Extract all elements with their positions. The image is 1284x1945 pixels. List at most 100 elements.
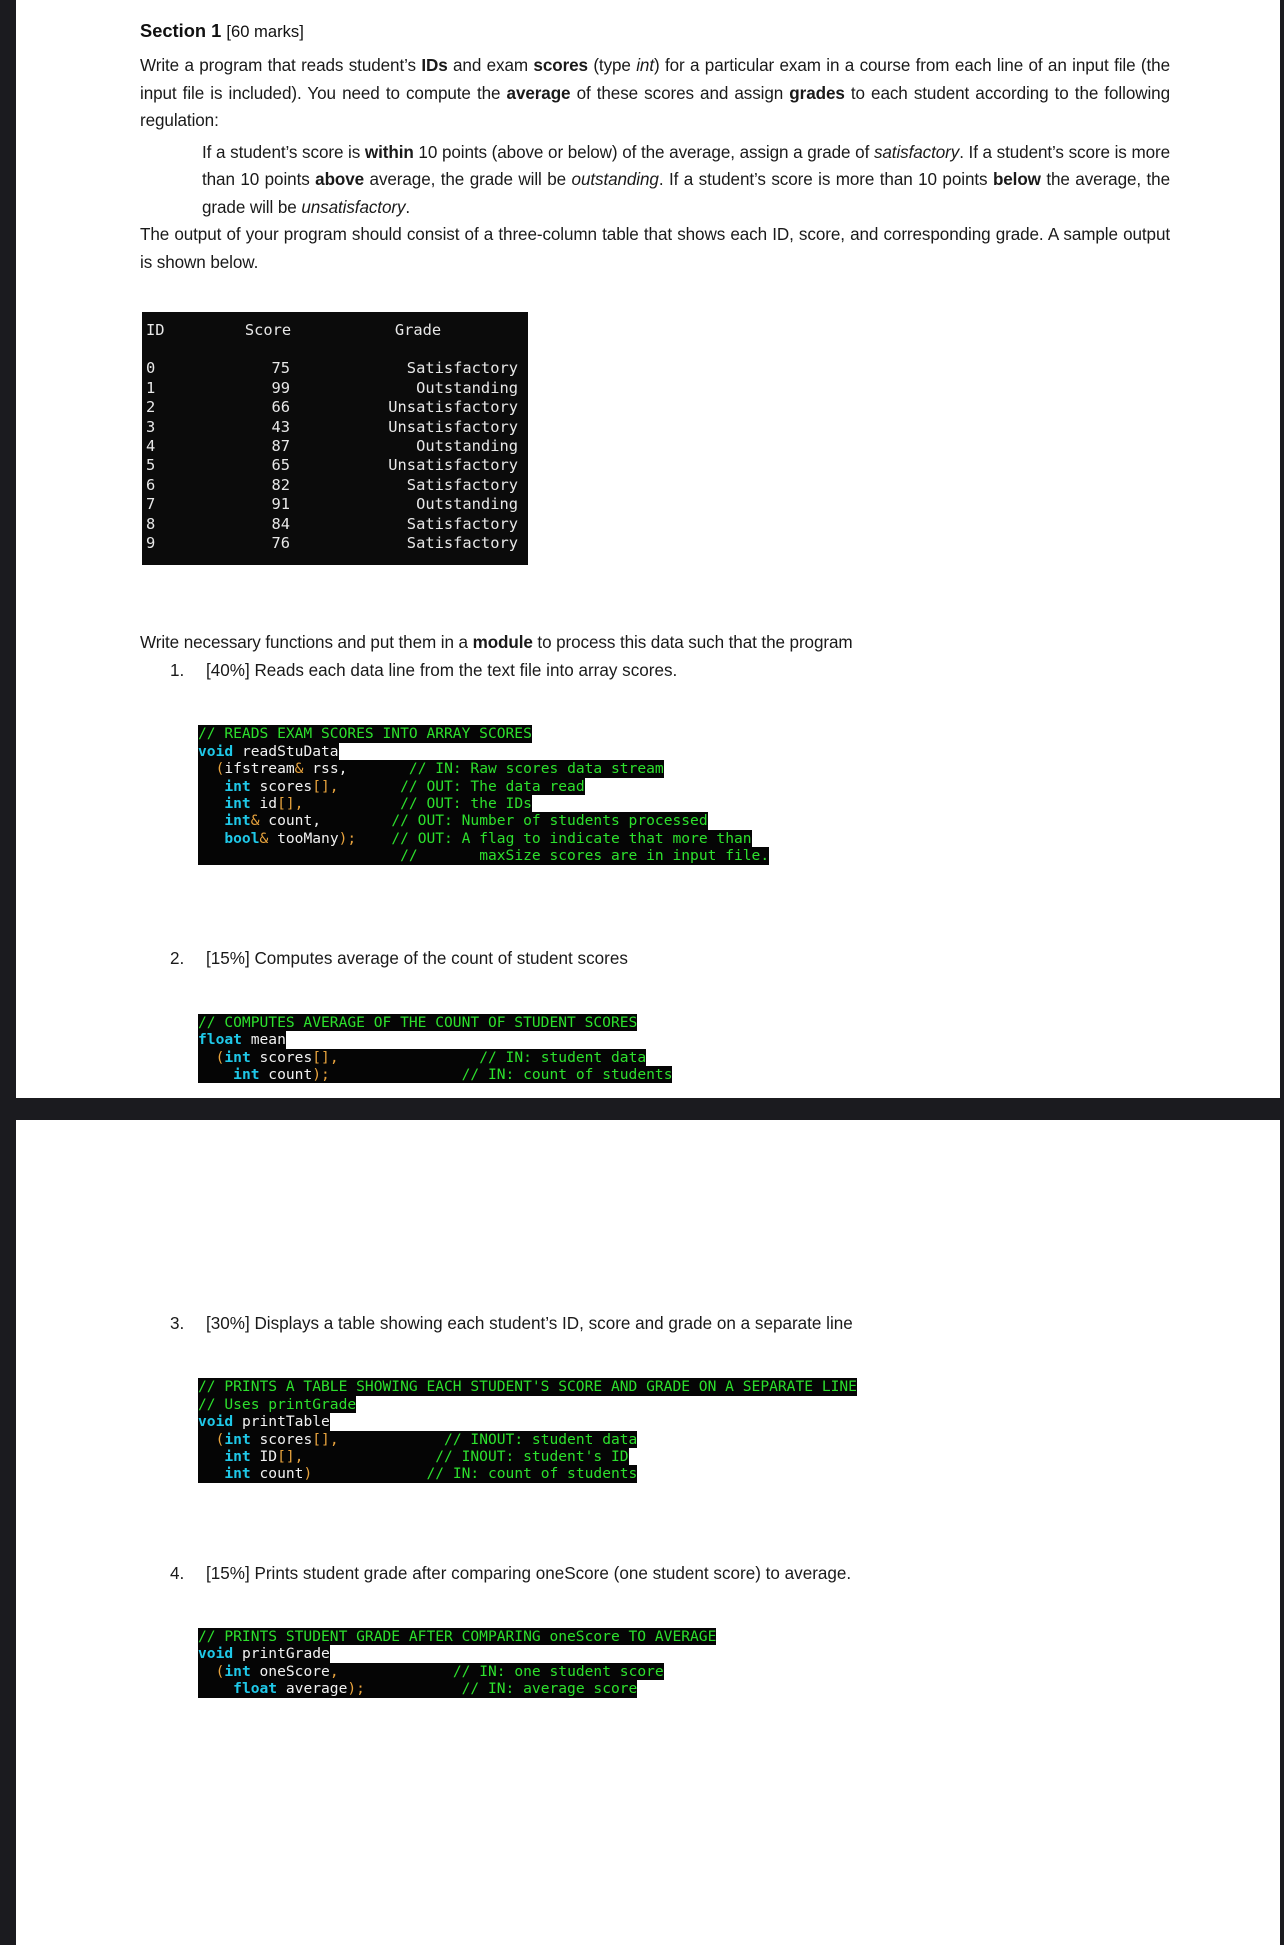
code-block-print-table: // PRINTS A TABLE SHOWING EACH STUDENT'S…: [198, 1361, 1170, 1518]
code-keyword: int: [224, 1465, 251, 1483]
sample-output-console: ID Score Grade 0 75 Satisfactory 1 99 Outstand…: [142, 312, 528, 566]
code-line: void printGrade: [198, 1645, 330, 1663]
code-comment: // READS EXAM SCORES INTO ARRAY SCORES: [198, 725, 532, 743]
reg-italic-unsatisfactory: unsatisfactory: [301, 197, 406, 217]
code-line: (int scores[], // IN: student data: [198, 1048, 647, 1067]
code-identifier: printTable: [233, 1413, 330, 1431]
code-identifier: average: [277, 1680, 348, 1698]
code-comment: maxSize scores are in input file.: [479, 847, 770, 865]
task-number: 4.: [170, 1563, 185, 1583]
code-punct: [],: [312, 1048, 339, 1066]
intro-bold-ids: IDs: [421, 56, 448, 75]
cell-grade: Outstanding: [416, 378, 518, 397]
cell-id: 1: [146, 378, 156, 397]
code-comment: // IN: average score: [461, 1680, 638, 1698]
cell-score: 43: [271, 417, 290, 436]
cell-score: 84: [271, 514, 290, 533]
code-comment: // IN: count of students: [461, 1066, 673, 1084]
code-identifier: tooMany: [268, 829, 339, 847]
cell-id: 7: [146, 495, 156, 514]
intro-italic-int: int: [636, 56, 654, 75]
module-bold-module: module: [472, 633, 533, 653]
table-row: 4 87 Outstanding: [146, 437, 518, 456]
code-type: ifstream: [224, 760, 295, 778]
code-punct: );: [312, 1066, 330, 1084]
code-identifier: count: [250, 1465, 304, 1483]
code-keyword: void: [198, 1645, 234, 1663]
code-line: void printTable: [198, 1413, 330, 1431]
list-item: 3. [30%] Displays a table showing each s…: [170, 1310, 1170, 1337]
code-identifier: mean: [241, 1031, 286, 1049]
intro-paragraph: Write a program that reads student’s IDs…: [140, 52, 1170, 135]
code-line: bool& tooMany); // OUT: A flag to indica…: [198, 829, 752, 848]
document-page-1: Section 1 [60 marks] Write a program tha…: [16, 0, 1280, 1098]
task-number: 3.: [170, 1314, 185, 1333]
intro-bold-scores: scores: [533, 56, 588, 75]
code-line: // READS EXAM SCORES INTO ARRAY SCORES: [198, 725, 532, 743]
code-identifier: count,: [259, 812, 322, 830]
section-marks: [60 marks]: [226, 22, 304, 41]
cell-grade: Satisfactory: [406, 534, 518, 553]
code-punct: [],: [312, 1430, 339, 1448]
code-comment: //: [400, 847, 418, 865]
table-row: 1 99 Outstanding: [146, 378, 518, 398]
intro-bold-average: average: [506, 83, 571, 103]
code-keyword: bool: [224, 829, 260, 847]
code-identifier: scores: [250, 1430, 313, 1448]
code-keyword: void: [198, 742, 234, 760]
code-identifier: id: [250, 795, 278, 812]
cell-id: 3: [146, 417, 156, 436]
code-line: // PRINTS STUDENT GRADE AFTER COMPARING …: [198, 1628, 717, 1646]
code-line: float average); // IN: average score: [198, 1680, 638, 1698]
reg-italic-outstanding: outstanding: [571, 170, 659, 189]
code-comment: // PRINTS STUDENT GRADE AFTER COMPARING …: [198, 1628, 717, 1646]
code-line: (ifstream& rss, // IN: Raw scores data s…: [198, 760, 664, 778]
cell-id: 9: [146, 534, 156, 553]
code-block-mean: // COMPUTES AVERAGE OF THE COUNT OF STUD…: [198, 996, 1170, 1118]
module-part2: to process this data such that the progr…: [532, 633, 853, 653]
cell-score: 76: [271, 534, 290, 553]
code-line: int& count, // OUT: Number of students p…: [198, 812, 708, 830]
code-keyword: int: [224, 1048, 251, 1066]
code-line: int count); // IN: count of students: [198, 1066, 673, 1084]
reg-part2: 10 points (above or below) of the averag…: [413, 142, 874, 162]
code-keyword: void: [198, 1413, 234, 1431]
reg-bold-above: above: [315, 170, 365, 189]
cell-id: 2: [146, 398, 156, 417]
output-paragraph: The output of your program should consis…: [140, 225, 1170, 272]
task-list-page2: 3. [30%] Displays a table showing each s…: [140, 1120, 1170, 1337]
code-keyword: int: [224, 1662, 251, 1680]
reg-part1: If a student’s score is: [202, 142, 365, 162]
cell-id: 0: [146, 359, 156, 378]
intro-part1: Write a program that reads student’s: [140, 56, 422, 75]
code-comment: // COMPUTES AVERAGE OF THE COUNT OF STUD…: [198, 1013, 638, 1031]
cell-grade: Outstanding: [416, 437, 518, 456]
code-punct: );: [347, 1680, 365, 1698]
code-identifier: readStuData: [233, 742, 339, 760]
reg-part4: average, the grade will be: [364, 170, 572, 189]
cell-score: 99: [271, 378, 290, 397]
table-row: 6 82 Satisfactory: [146, 476, 518, 495]
console-header-grade: Grade: [394, 321, 442, 339]
code-line: int count) // IN: count of students: [198, 1465, 638, 1483]
reg-part5: . If a student’s score is more than 10 p…: [658, 170, 993, 189]
code-line: // maxSize scores are in input file.: [198, 847, 770, 865]
code-comment: // OUT: The data read: [400, 777, 585, 795]
code-comment: // IN: one student score: [452, 1662, 664, 1680]
cell-score: 87: [271, 437, 290, 456]
code-keyword: int: [224, 1430, 251, 1448]
cell-grade: Unsatisfactory: [388, 417, 518, 436]
code-identifier: ID: [250, 1448, 278, 1466]
list-item: 4. [15%] Prints student grade after comp…: [170, 1560, 1170, 1587]
list-item: 1. [40%] Reads each data line from the t…: [170, 657, 1170, 684]
code-identifier: oneScore: [250, 1662, 330, 1680]
code-line: (int scores[], // INOUT: student data: [198, 1430, 638, 1449]
document-viewer[interactable]: Section 1 [60 marks] Write a program tha…: [0, 0, 1284, 1945]
code-identifier: scores: [250, 1048, 313, 1066]
code-punct: ): [303, 1465, 313, 1483]
reg-bold-below: below: [992, 170, 1041, 189]
table-row: 5 65 Unsatisfactory: [146, 456, 518, 475]
task-text: [15%] Prints student grade after compari…: [206, 1563, 852, 1583]
cell-id: 8: [146, 514, 156, 533]
cell-score: 75: [271, 359, 290, 378]
